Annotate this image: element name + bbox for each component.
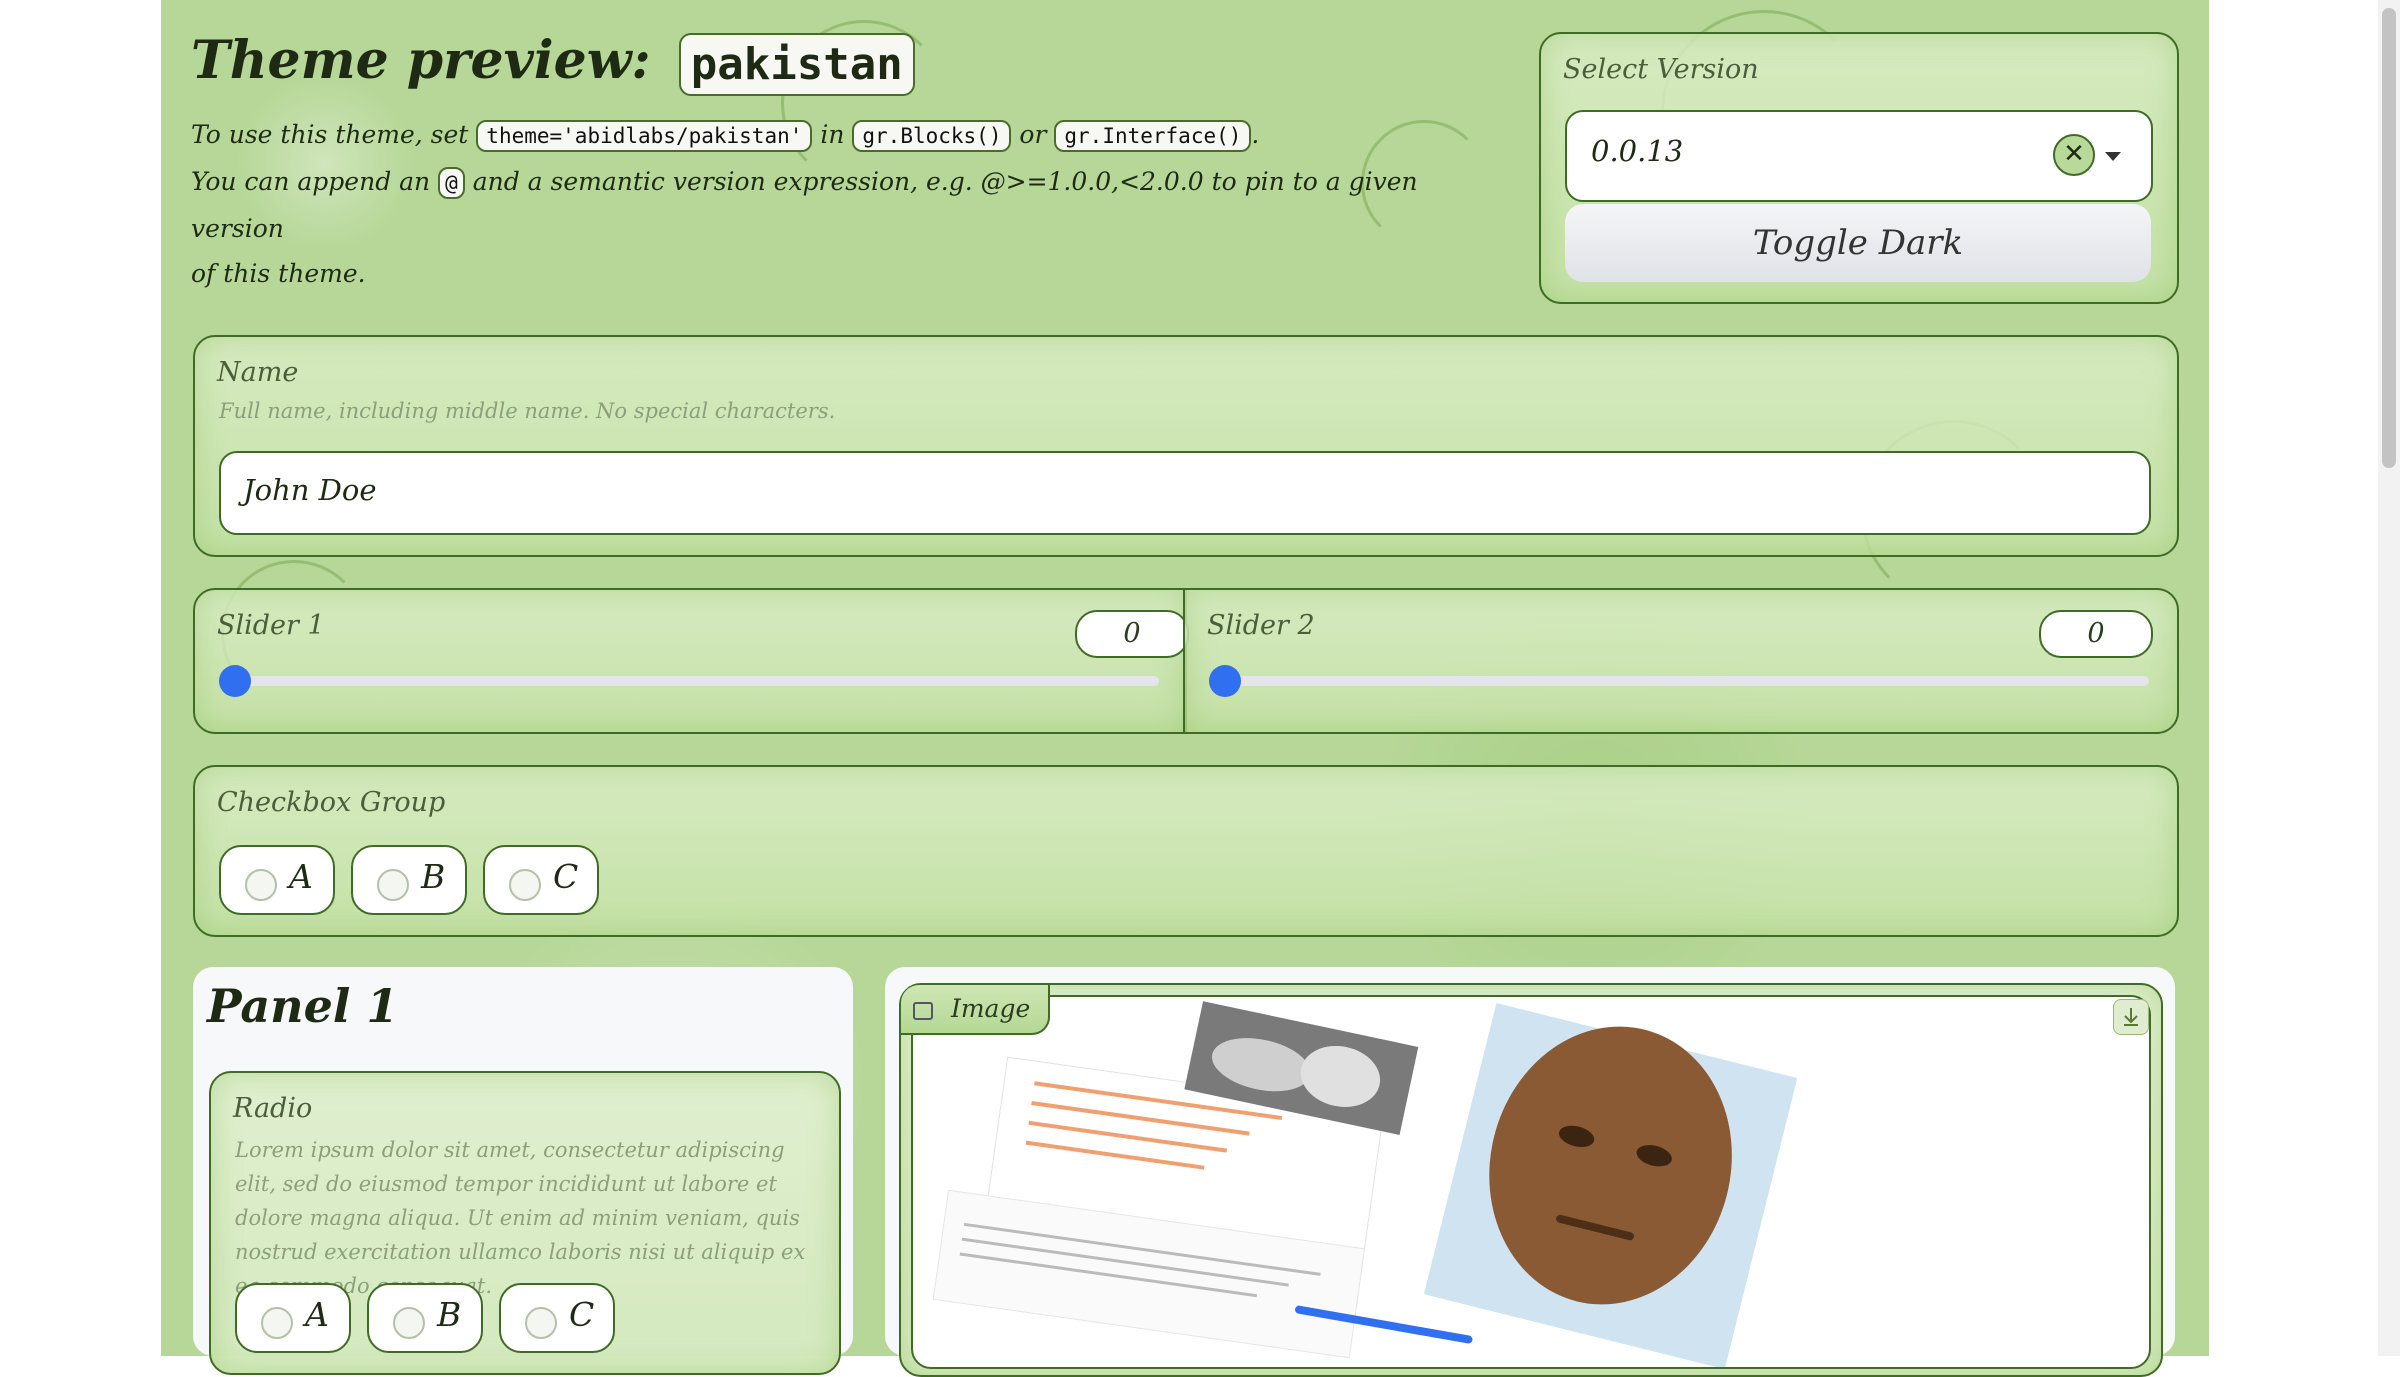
name-textbox-block: Name Full name, including middle name. N… bbox=[193, 335, 2179, 557]
radio-option-label: C bbox=[569, 1295, 595, 1334]
radio-circle[interactable] bbox=[525, 1307, 557, 1339]
checkbox-option-label: C bbox=[553, 857, 579, 896]
name-label: Name bbox=[217, 357, 299, 388]
radio-circle[interactable] bbox=[261, 1307, 293, 1339]
slider-1-label: Slider 1 bbox=[217, 610, 325, 641]
slider-1-track[interactable] bbox=[235, 676, 1159, 686]
desc-text: or bbox=[1019, 120, 1047, 149]
page-background: Theme preview: pakistan To use this them… bbox=[161, 0, 2209, 1377]
toggle-dark-button[interactable]: Toggle Dark bbox=[1565, 204, 2151, 282]
image-frame bbox=[911, 995, 2151, 1369]
theme-name-badge: pakistan bbox=[678, 33, 915, 96]
version-dropdown[interactable]: 0.0.13 ✕ bbox=[1565, 110, 2153, 202]
checkbox-circle[interactable] bbox=[377, 869, 409, 901]
slider-1-number-input[interactable]: 0 bbox=[1075, 610, 1189, 658]
checkbox-option-b[interactable]: B bbox=[351, 845, 467, 915]
version-value: 0.0.13 bbox=[1591, 134, 1684, 168]
code-theme: theme='abidlabs/pakistan' bbox=[476, 120, 813, 152]
code-blocks: gr.Blocks() bbox=[852, 120, 1012, 152]
name-info: Full name, including middle name. No spe… bbox=[219, 399, 836, 423]
radio-block: Radio Lorem ipsum dolor sit amet, consec… bbox=[209, 1071, 841, 1375]
slider-2-block: Slider 2 0 bbox=[1183, 588, 2179, 734]
image-panel: Image bbox=[885, 967, 2175, 1377]
slider-2-handle[interactable] bbox=[1209, 665, 1241, 697]
checkbox-group-block: Checkbox Group A B C bbox=[193, 765, 2179, 937]
theme-usage-description: To use this theme, set theme='abidlabs/p… bbox=[191, 112, 1431, 296]
radio-option-label: B bbox=[437, 1295, 462, 1334]
version-label: Select Version bbox=[1563, 54, 1759, 85]
clear-icon[interactable]: ✕ bbox=[2053, 134, 2095, 176]
slider-2-track[interactable] bbox=[1225, 676, 2149, 686]
checkbox-group-label: Checkbox Group bbox=[217, 787, 446, 818]
radio-option-b[interactable]: B bbox=[367, 1283, 483, 1353]
image-label-tab: Image bbox=[901, 985, 1051, 1035]
image-block: Image bbox=[899, 983, 2163, 1377]
scrollbar-thumb[interactable] bbox=[2382, 8, 2396, 468]
radio-option-label: A bbox=[305, 1295, 329, 1334]
radio-label: Radio bbox=[233, 1093, 313, 1124]
radio-option-c[interactable]: C bbox=[499, 1283, 615, 1353]
code-interface: gr.Interface() bbox=[1054, 120, 1252, 152]
desc-text: in bbox=[820, 120, 845, 149]
slider-2-label: Slider 2 bbox=[1207, 610, 1315, 641]
radio-option-a[interactable]: A bbox=[235, 1283, 351, 1353]
image-content bbox=[932, 1001, 1798, 1367]
image-icon bbox=[913, 1001, 933, 1020]
radio-info: Lorem ipsum dolor sit amet, consectetur … bbox=[235, 1138, 806, 1298]
name-value: John Doe bbox=[243, 473, 377, 507]
slider-2-number-input[interactable]: 0 bbox=[2039, 610, 2153, 658]
image-label-text: Image bbox=[950, 994, 1031, 1023]
checkbox-option-a[interactable]: A bbox=[219, 845, 335, 915]
page-title: Theme preview: pakistan bbox=[191, 30, 915, 96]
code-at: @ bbox=[438, 167, 465, 199]
checkbox-option-label: A bbox=[289, 857, 313, 896]
checkbox-option-label: B bbox=[421, 857, 446, 896]
title-prefix: Theme preview: bbox=[191, 30, 651, 91]
panel-1-title: Panel 1 bbox=[207, 979, 399, 1033]
desc-text: You can append an bbox=[191, 167, 431, 196]
version-selector-block: Select Version 0.0.13 ✕ Toggle Dark bbox=[1539, 32, 2179, 304]
slider-1-handle[interactable] bbox=[219, 665, 251, 697]
desc-text: of this theme. bbox=[191, 259, 366, 288]
download-icon[interactable] bbox=[2113, 999, 2149, 1035]
checkbox-option-c[interactable]: C bbox=[483, 845, 599, 915]
panel-1: Panel 1 Radio Lorem ipsum dolor sit amet… bbox=[193, 967, 853, 1375]
name-input[interactable]: John Doe bbox=[219, 451, 2151, 535]
checkbox-circle[interactable] bbox=[245, 869, 277, 901]
chevron-down-icon[interactable] bbox=[2105, 152, 2121, 161]
desc-text: . bbox=[1251, 120, 1260, 149]
slider-1-block: Slider 1 0 bbox=[193, 588, 1189, 734]
checkbox-circle[interactable] bbox=[509, 869, 541, 901]
desc-text: To use this theme, set bbox=[191, 120, 469, 149]
radio-circle[interactable] bbox=[393, 1307, 425, 1339]
page-scrollbar[interactable] bbox=[2378, 0, 2400, 1356]
